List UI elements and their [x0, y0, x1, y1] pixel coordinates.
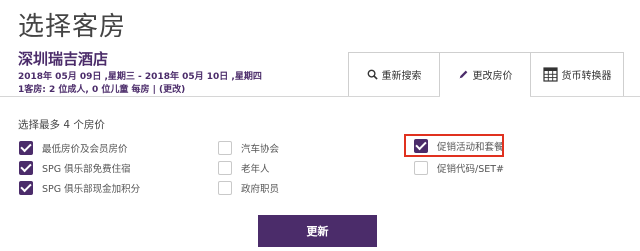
checkbox-unchecked[interactable]	[218, 141, 232, 155]
update-button[interactable]: 更新	[258, 215, 377, 247]
rate-option-government[interactable]: 政府职员	[218, 181, 279, 195]
checkbox-unchecked[interactable]	[414, 161, 428, 175]
stay-dates: 2018年 05月 09日 ,星期三 - 2018年 05月 10日 ,星期四	[18, 72, 262, 82]
checkbox-checked[interactable]	[19, 141, 33, 155]
rate-option-label: 促销代码/SET#	[437, 164, 504, 175]
active-tab-gap	[440, 96, 530, 97]
rate-option-label: 老年人	[241, 164, 270, 175]
tab-currency-converter[interactable]: 货币转换器	[530, 52, 624, 96]
rate-option-spg-free-night[interactable]: SPG 俱乐部免费住宿	[19, 161, 131, 175]
change-occupancy-link[interactable]: (更改)	[159, 85, 185, 95]
rate-option-auto-association[interactable]: 汽车协会	[218, 141, 279, 155]
rate-option-promo-code[interactable]: 促销代码/SET#	[414, 161, 504, 175]
calculator-icon	[542, 67, 558, 82]
checkbox-unchecked[interactable]	[218, 181, 232, 195]
tab-bar: 重新搜索 更改房价 货币转换器	[348, 52, 624, 96]
rate-option-label: 汽车协会	[241, 144, 280, 155]
tab-label: 更改房价	[472, 71, 513, 82]
checkbox-checked[interactable]	[19, 161, 33, 175]
page-title: 选择客房	[18, 12, 127, 42]
tab-label: 货币转换器	[561, 71, 612, 82]
rate-option-senior[interactable]: 老年人	[218, 161, 270, 175]
rate-option-label: 最低房价及会员房价	[42, 144, 128, 155]
search-icon	[367, 69, 378, 80]
highlight-box	[404, 134, 504, 157]
rate-option-label: SPG 俱乐部免费住宿	[42, 164, 131, 175]
checkbox-unchecked[interactable]	[218, 161, 232, 175]
tab-label: 重新搜索	[381, 71, 422, 82]
tab-change-rate[interactable]: 更改房价	[439, 52, 531, 96]
occupancy-text: 1客房: 2 位成人, 0 位儿童 每房	[18, 85, 150, 95]
rate-option-lowest-member[interactable]: 最低房价及会员房价	[19, 141, 128, 155]
rate-option-spg-cash-points[interactable]: SPG 俱乐部现金加积分	[19, 181, 140, 195]
rate-option-label: SPG 俱乐部现金加积分	[42, 184, 141, 195]
checkbox-checked[interactable]	[19, 181, 33, 195]
tab-new-search[interactable]: 重新搜索	[348, 52, 440, 96]
divider	[0, 96, 640, 97]
hotel-name: 深圳瑞吉酒店	[18, 50, 109, 68]
pencil-icon	[458, 70, 467, 79]
rates-section-label: 选择最多 4 个房价	[18, 119, 105, 131]
occupancy-summary: 1客房: 2 位成人, 0 位儿童 每房 | (更改)	[18, 82, 185, 95]
rate-option-label: 政府职员	[241, 184, 280, 195]
